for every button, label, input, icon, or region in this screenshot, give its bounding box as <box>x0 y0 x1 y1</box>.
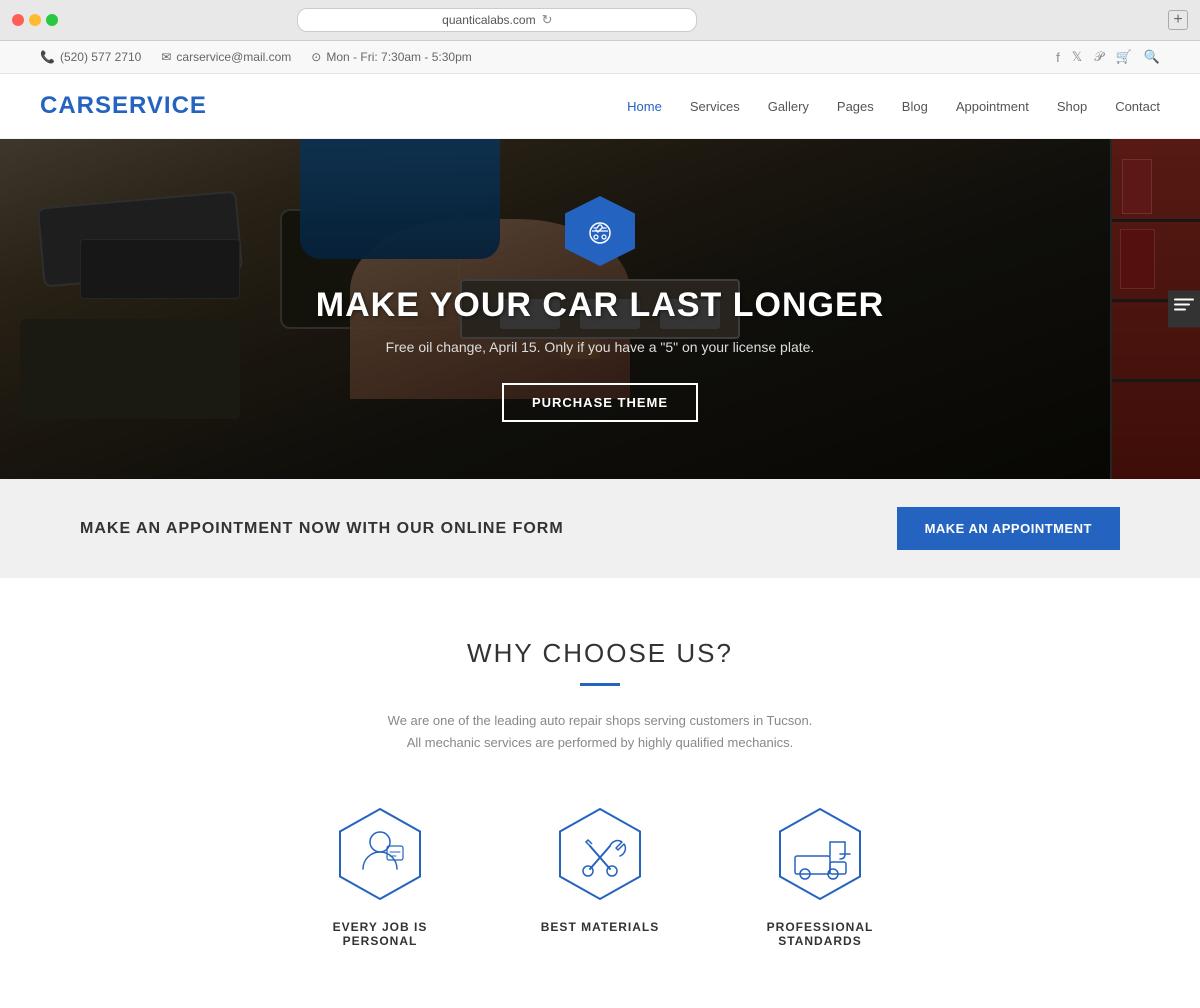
address-bar[interactable]: quanticalabs.com ↻ <box>297 8 697 32</box>
navigation: CARSERVICE Home Services Gallery Pages B… <box>0 74 1200 139</box>
pinterest-icon[interactable]: 𝒫 <box>1094 49 1103 65</box>
nav-shop[interactable]: Shop <box>1057 99 1087 114</box>
why-choose-us-section: WHY CHOOSE US? We are one of the leading… <box>0 578 1200 1008</box>
phone-icon: 📞 <box>40 50 55 64</box>
search-icon[interactable]: 🔍 <box>1144 49 1160 65</box>
logo[interactable]: CARSERVICE <box>40 92 207 120</box>
appointment-text: MAKE AN APPOINTMENT NOW WITH OUR ONLINE … <box>80 520 564 538</box>
nav-gallery[interactable]: Gallery <box>768 99 809 114</box>
clock-icon: ⊙ <box>311 50 321 64</box>
hero-section: MAKE YOUR CAR LAST LONGER Free oil chang… <box>0 139 1200 479</box>
feature-standards-hexagon <box>775 804 865 904</box>
cart-icon[interactable]: 🛒 <box>1116 49 1132 65</box>
dot-green[interactable] <box>46 14 58 26</box>
browser-dots <box>12 14 58 26</box>
nav-links: Home Services Gallery Pages Blog Appoint… <box>627 99 1160 114</box>
hero-content: MAKE YOUR CAR LAST LONGER Free oil chang… <box>316 196 884 422</box>
url-text: quanticalabs.com <box>442 13 535 27</box>
make-appointment-button[interactable]: MAKE AN APPOINTMENT <box>897 507 1120 550</box>
feature-personal-hexagon <box>335 804 425 904</box>
why-title: WHY CHOOSE US? <box>40 638 1160 669</box>
why-description: We are one of the leading auto repair sh… <box>360 710 840 754</box>
facebook-icon[interactable]: f <box>1056 50 1060 65</box>
feature-personal: EVERY JOB IS PERSONAL <box>310 804 450 948</box>
feature-standards: PROFESSIONAL STANDARDS <box>750 804 890 948</box>
hero-hexagon-icon <box>565 196 635 266</box>
nav-services[interactable]: Services <box>690 99 740 114</box>
purchase-theme-button[interactable]: PURCHASE THEME <box>502 383 698 422</box>
features-row: EVERY JOB IS PERSONAL BEST MATERIALS <box>40 804 1160 968</box>
hero-subtitle: Free oil change, April 15. Only if you h… <box>316 339 884 355</box>
appointment-banner: MAKE AN APPOINTMENT NOW WITH OUR ONLINE … <box>0 479 1200 578</box>
phone-text: (520) 577 2710 <box>60 50 141 64</box>
email-item: ✉ carservice@mail.com <box>161 50 291 64</box>
feature-materials-hexagon <box>555 804 645 904</box>
feature-standards-label: PROFESSIONAL STANDARDS <box>750 920 890 948</box>
top-bar-right: f 𝕏 𝒫 🛒 🔍 <box>1056 49 1160 65</box>
top-bar-left: 📞 (520) 577 2710 ✉ carservice@mail.com ⊙… <box>40 50 472 64</box>
phone-item: 📞 (520) 577 2710 <box>40 50 141 64</box>
hero-title: MAKE YOUR CAR LAST LONGER <box>316 286 884 325</box>
why-desc-line2: All mechanic services are performed by h… <box>407 735 794 750</box>
email-text: carservice@mail.com <box>176 50 291 64</box>
nav-contact[interactable]: Contact <box>1115 99 1160 114</box>
email-icon: ✉ <box>161 50 171 64</box>
feature-personal-label: EVERY JOB IS PERSONAL <box>310 920 450 948</box>
why-desc-line1: We are one of the leading auto repair sh… <box>388 713 813 728</box>
nav-home[interactable]: Home <box>627 99 662 114</box>
twitter-icon[interactable]: 𝕏 <box>1072 49 1082 65</box>
side-settings-button[interactable] <box>1168 291 1200 328</box>
why-underline <box>580 683 620 686</box>
hours-item: ⊙ Mon - Fri: 7:30am - 5:30pm <box>311 50 471 64</box>
dot-yellow[interactable] <box>29 14 41 26</box>
dot-red[interactable] <box>12 14 24 26</box>
browser-chrome: quanticalabs.com ↻ + <box>0 0 1200 41</box>
hours-text: Mon - Fri: 7:30am - 5:30pm <box>326 50 471 64</box>
nav-appointment[interactable]: Appointment <box>956 99 1029 114</box>
top-bar: 📞 (520) 577 2710 ✉ carservice@mail.com ⊙… <box>0 41 1200 74</box>
nav-blog[interactable]: Blog <box>902 99 928 114</box>
refresh-icon[interactable]: ↻ <box>542 12 553 28</box>
new-tab-button[interactable]: + <box>1168 10 1188 30</box>
nav-pages[interactable]: Pages <box>837 99 874 114</box>
feature-materials: BEST MATERIALS <box>530 804 670 948</box>
feature-materials-label: BEST MATERIALS <box>530 920 670 934</box>
